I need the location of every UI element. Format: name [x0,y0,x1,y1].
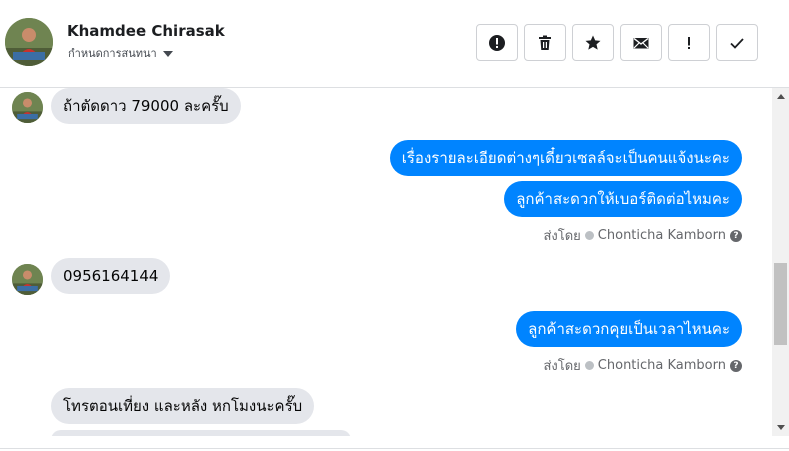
trash-icon [539,35,551,50]
message-bubble-outgoing[interactable]: ลูกค้าสะดวกคุยเป็นเวลาไหนคะ [516,311,742,347]
seen-check-icon [584,231,594,240]
caret-down-icon [162,51,173,57]
contact-avatar-small [12,92,43,123]
sent-by-label: ส่งโดย Chonticha Kamborn ? [543,225,742,246]
mark-done-button[interactable] [716,24,758,61]
message-bubble-incoming[interactable]: ถ้าตัดดาว 79000 ละครั๊บ [51,88,241,124]
conversation-toolbar [476,24,758,61]
thread-scrollbar[interactable] [772,88,789,436]
exclamation-icon [688,36,690,49]
message-bubble-incoming[interactable]: 0956164144 [51,258,171,294]
scroll-thumb[interactable] [774,263,787,345]
scroll-up-arrow-icon[interactable] [777,94,785,99]
help-icon[interactable]: ? [730,229,742,242]
message-bubble-incoming[interactable]: โทรตอนเที่ยง และหลัง หกโมงนะครั๊บ [51,388,315,424]
contact-avatar-small [12,264,43,295]
sent-by-label: ส่งโดย Chonticha Kamborn ? [543,355,742,376]
seen-check-icon [584,361,594,370]
profile-photo-icon [12,264,43,295]
help-icon[interactable]: ? [730,359,742,372]
checkmark-icon [730,37,744,49]
spam-button[interactable] [476,24,518,61]
contact-avatar[interactable] [5,18,53,66]
profile-photo-icon [5,18,53,66]
message-bubble-outgoing[interactable]: เรื่องรายละเอียดต่างๆเดี๋ยวเซลล์จะเป็นคน… [389,140,742,176]
alert-circle-icon [489,34,505,51]
contact-name[interactable]: Khamdee Chirasak [67,22,225,40]
sent-by-agent: Chonticha Kamborn [597,228,726,243]
mark-unread-button[interactable] [620,24,662,61]
delete-button[interactable] [524,24,566,61]
envelope-icon [633,37,649,48]
conversation-status-dropdown[interactable]: กำหนดการสนทนา [68,44,173,62]
scroll-down-arrow-icon[interactable] [777,425,785,430]
sent-by-prefix: ส่งโดย [543,359,581,374]
follow-up-button[interactable] [668,24,710,61]
star-button[interactable] [572,24,614,61]
profile-photo-icon [12,92,43,123]
message-bubble-incoming-partial[interactable] [51,430,351,436]
sent-by-prefix: ส่งโดย [543,229,581,244]
star-icon [585,35,601,50]
sent-by-agent: Chonticha Kamborn [597,358,726,373]
conversation-header: Khamdee Chirasak กำหนดการสนทนา [0,0,789,88]
conversation-status-label: กำหนดการสนทนา [68,47,157,60]
message-bubble-outgoing[interactable]: ลูกค้าสะดวกให้เบอร์ติดต่อไหมคะ [504,181,742,217]
message-thread[interactable]: ถ้าตัดดาว 79000 ละครั๊บ เรื่องรายละเอียด… [0,88,772,436]
